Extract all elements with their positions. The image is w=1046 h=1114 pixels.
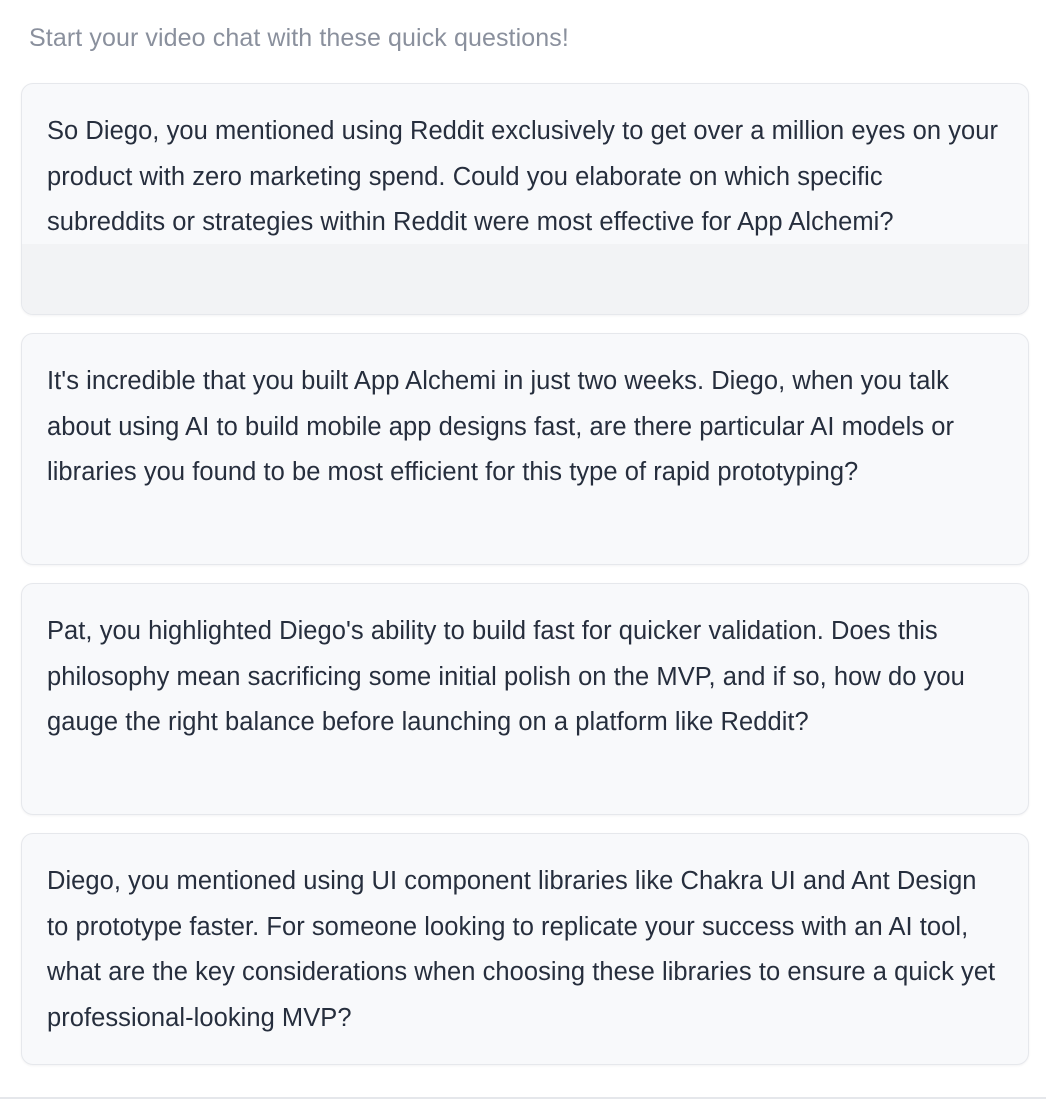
question-card[interactable]: Pat, you highlighted Diego's ability to … [21, 583, 1029, 815]
question-text: So Diego, you mentioned using Reddit exc… [47, 117, 998, 236]
question-suggestions-panel: Start your video chat with these quick q… [0, 0, 1046, 1114]
question-text: Diego, you mentioned using UI component … [47, 867, 996, 1032]
question-card[interactable]: Diego, you mentioned using UI component … [21, 833, 1029, 1065]
divider [0, 1097, 1046, 1099]
question-card[interactable]: So Diego, you mentioned using Reddit exc… [21, 83, 1029, 315]
question-card-list: So Diego, you mentioned using Reddit exc… [21, 83, 1029, 1083]
panel-header: Start your video chat with these quick q… [29, 24, 569, 52]
question-text: Pat, you highlighted Diego's ability to … [47, 617, 965, 736]
question-text: It's incredible that you built App Alche… [47, 367, 955, 486]
question-card[interactable]: It's incredible that you built App Alche… [21, 333, 1029, 565]
